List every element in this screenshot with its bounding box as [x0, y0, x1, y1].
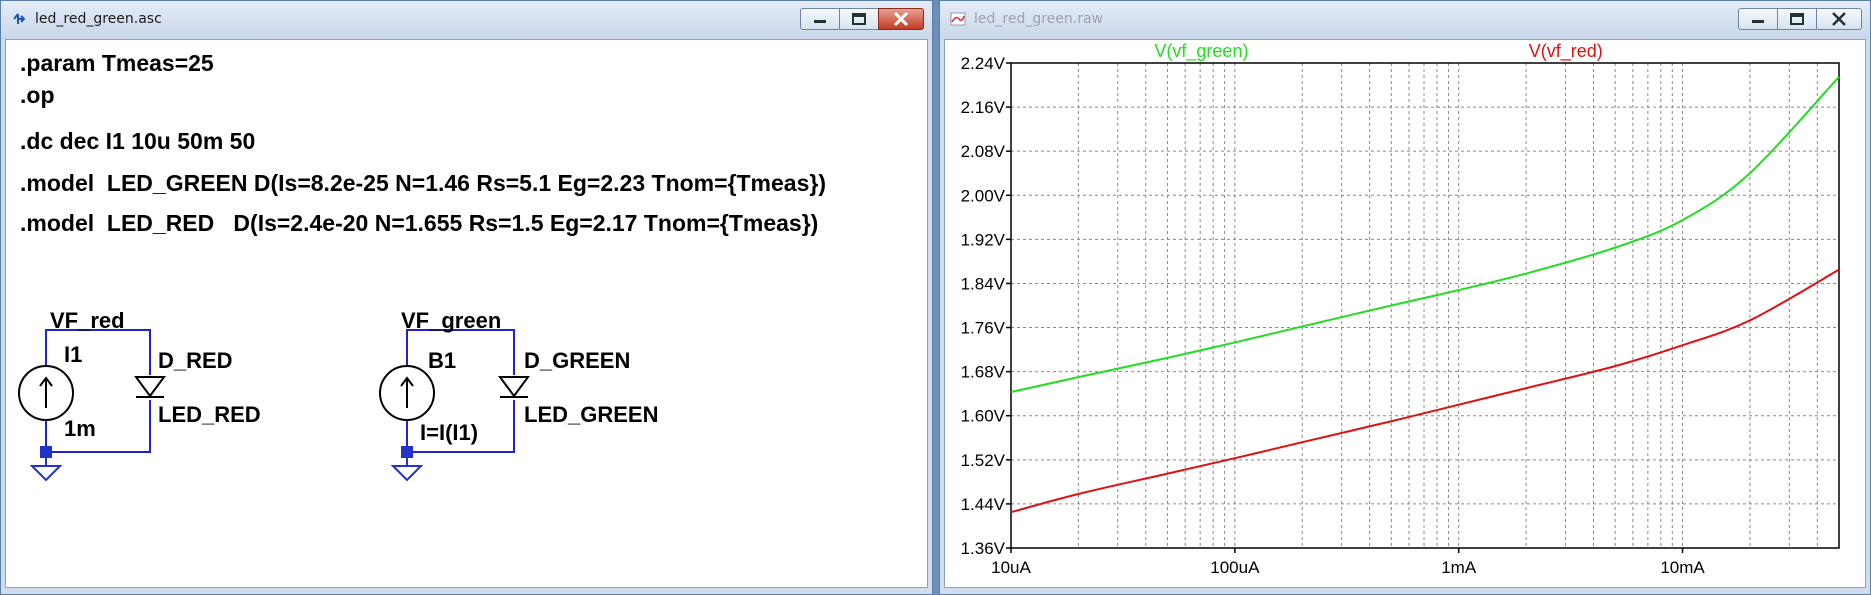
trace-vvf_red	[1010, 268, 1840, 514]
waveform-plot[interactable]: 1.36V 1.44V 1.52V 1.60V 1.68V 1.76V 1.84V 1.92V…	[945, 40, 1866, 588]
y-tick-label: 1.44V	[961, 495, 1006, 514]
schematic-window[interactable]: led_red_green.asc .param Tmeas=25 .op .d…	[0, 0, 933, 595]
source-name-red[interactable]: I1	[64, 342, 82, 368]
restore-icon	[1790, 13, 1804, 25]
y-tick-label: 2.00V	[961, 186, 1006, 205]
current-source-red-symbol	[18, 365, 74, 421]
x-tick-label: 10mA	[1660, 558, 1705, 577]
waveform-window-title: led_red_green.raw	[974, 11, 1104, 27]
minimize-icon	[1752, 20, 1764, 23]
waveform-window[interactable]: led_red_green.raw 1.36V 1.44V 1.52V 1.60V 1.…	[939, 0, 1871, 595]
x-tick-label: 100uA	[1210, 558, 1260, 577]
y-tick-label: 1.52V	[961, 451, 1006, 470]
waveform-titlebar[interactable]: led_red_green.raw	[940, 1, 1870, 39]
y-tick-label: 1.60V	[961, 407, 1006, 426]
minimize-button[interactable]	[800, 8, 840, 30]
net-label-vf-red[interactable]: VF_red	[50, 308, 125, 334]
y-tick-label: 1.68V	[961, 363, 1006, 382]
ltspice-schematic-icon	[13, 13, 26, 24]
close-button[interactable]	[878, 8, 924, 30]
diode-red-symbol	[134, 376, 166, 398]
close-icon	[1832, 12, 1846, 26]
minimize-button[interactable]	[1738, 8, 1778, 30]
y-tick-label: 2.08V	[961, 142, 1006, 161]
diode-name-red[interactable]: D_RED	[158, 348, 233, 374]
y-tick-label: 1.84V	[961, 274, 1006, 293]
diode-green-symbol	[498, 376, 530, 398]
maximize-button[interactable]	[839, 8, 879, 30]
y-tick-label: 1.76V	[961, 319, 1006, 338]
source-name-green[interactable]: B1	[428, 348, 456, 374]
y-tick-label: 2.24V	[961, 54, 1006, 73]
close-icon	[893, 11, 909, 27]
maximize-button[interactable]	[1777, 8, 1817, 30]
waveform-canvas[interactable]: 1.36V 1.44V 1.52V 1.60V 1.68V 1.76V 1.84V 1.92V…	[944, 39, 1866, 588]
trace-label: V(vf_green)	[1154, 41, 1248, 62]
trace-label: V(vf_red)	[1529, 41, 1603, 62]
schematic-titlebar[interactable]: led_red_green.asc	[1, 1, 932, 39]
y-tick-label: 2.16V	[961, 98, 1006, 117]
restore-icon	[852, 13, 866, 25]
schematic-window-title: led_red_green.asc	[35, 11, 162, 27]
diode-name-green[interactable]: D_GREEN	[524, 348, 630, 374]
y-tick-label: 1.92V	[961, 230, 1006, 249]
plot-frame	[1010, 62, 1840, 549]
x-tick-label: 10uA	[991, 558, 1031, 577]
net-label-vf-green[interactable]: VF_green	[401, 308, 501, 334]
y-tick-label: 1.36V	[961, 539, 1006, 558]
diode-model-red[interactable]: LED_RED	[158, 402, 261, 428]
current-source-green-symbol	[379, 365, 435, 421]
diode-model-green[interactable]: LED_GREEN	[524, 402, 658, 428]
trace-vvf_green	[1010, 76, 1840, 394]
minimize-icon	[814, 20, 826, 23]
x-tick-label: 1mA	[1441, 558, 1477, 577]
waveform-file-icon	[950, 12, 966, 26]
close-button[interactable]	[1816, 8, 1862, 30]
source-value-green[interactable]: I=I(I1)	[420, 420, 478, 446]
source-value-red[interactable]: 1m	[64, 416, 96, 442]
schematic-canvas[interactable]: .param Tmeas=25 .op .dc dec I1 10u 50m 5…	[5, 39, 928, 588]
